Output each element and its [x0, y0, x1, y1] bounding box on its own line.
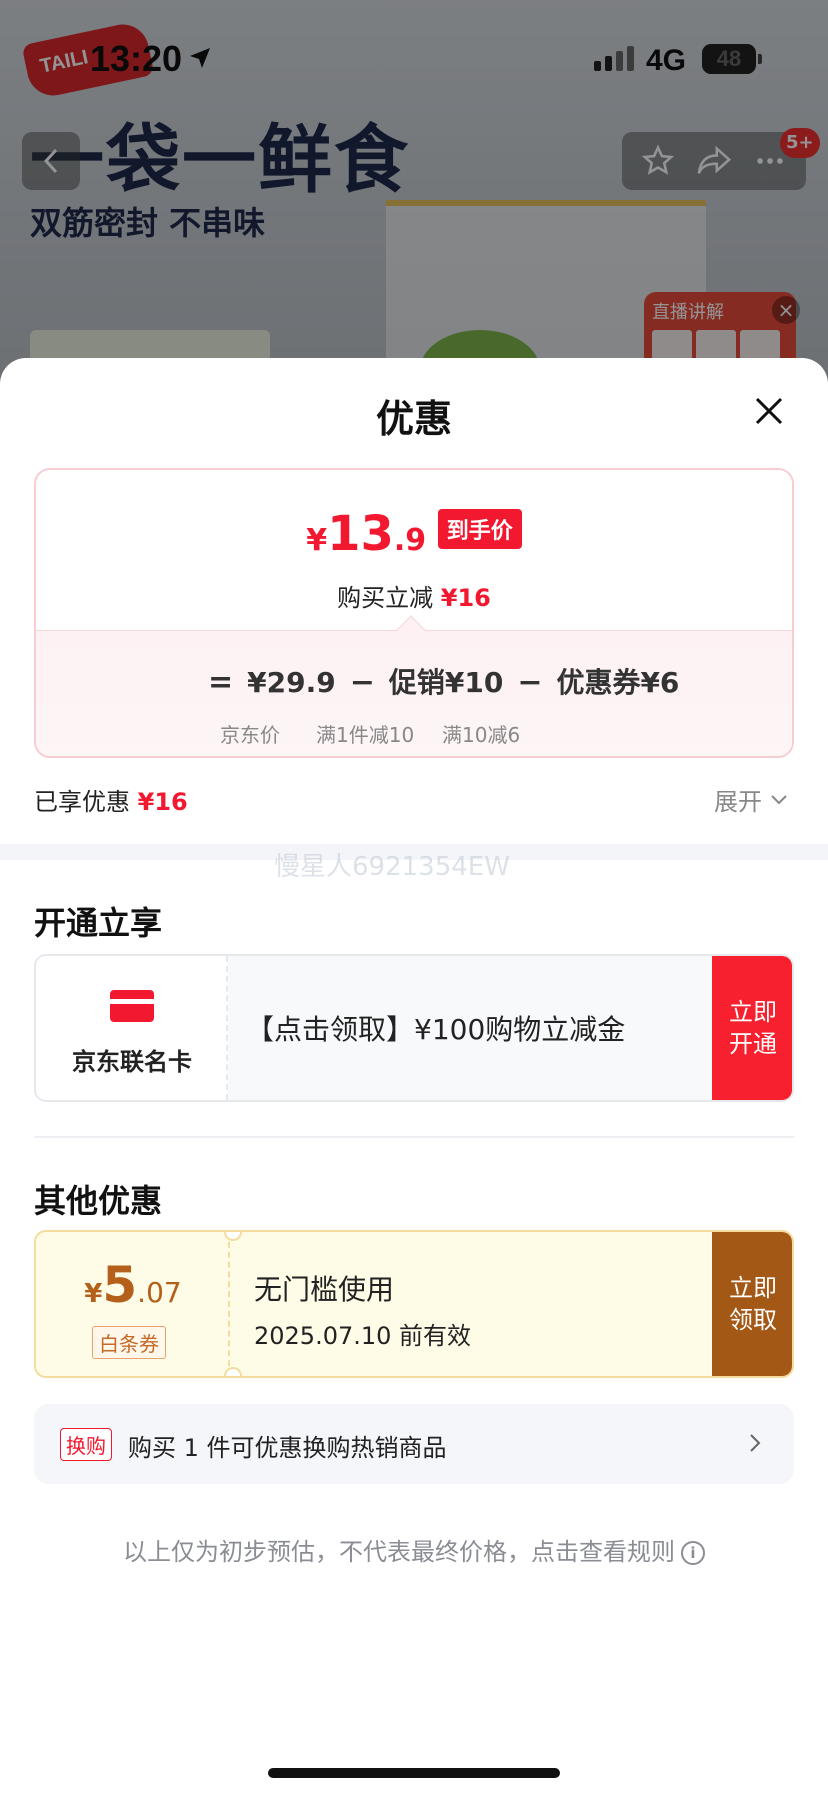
jd-price-label: 京东价 [220, 723, 280, 747]
claim-now-button[interactable]: 立即 领取 [712, 1232, 792, 1376]
home-indicator [268, 1768, 560, 1778]
price-summary-card: ¥13.9 到手价 购买立减 ¥16 = ¥29.9 − 促销¥10 − 优惠券… [34, 468, 794, 758]
promo-label: 满1件减10 [316, 723, 415, 747]
chevron-right-icon [750, 1434, 761, 1452]
card-offer-desc: 【点击领取】¥100购物立减金 [246, 1013, 626, 1046]
swap-purchase-row[interactable]: 换购 购买 1 件可优惠换购热销商品 [34, 1404, 794, 1484]
rule-note[interactable]: 以上仅为初步预估，不代表最终价格，点击查看规则 i [0, 1532, 828, 1567]
other-section-title: 其他优惠 [34, 1182, 163, 1220]
final-price-tag: 到手价 [437, 509, 522, 549]
swap-tag: 换购 [60, 1428, 112, 1461]
open-now-button[interactable]: 立即 开通 [712, 956, 792, 1100]
sheet-title: 优惠 [375, 397, 452, 441]
open-section-title: 开通立享 [34, 904, 163, 942]
instant-reduction: 购买立减 ¥16 [337, 584, 491, 612]
coupon-title: 无门槛使用 [254, 1273, 395, 1306]
coupon-amount: 优惠券¥6 [556, 666, 680, 699]
coupon-expiry: 2025.07.10 前有效 [254, 1322, 472, 1350]
info-icon[interactable]: i [681, 1541, 705, 1565]
co-brand-card-offer[interactable]: 京东联名卡 【点击领取】¥100购物立减金 立即 开通 [34, 954, 794, 1102]
card-name: 京东联名卡 [72, 1048, 192, 1076]
jd-price: ¥29.9 [247, 666, 336, 699]
product-page-background: TAILI 一袋一鲜食 双筋密封 不串味 13:20 4G 48 5+ 直播讲解… [0, 0, 828, 420]
close-icon[interactable] [752, 394, 786, 428]
expand-button[interactable]: 展开 [714, 782, 788, 817]
promo-amount: 促销¥10 [388, 666, 504, 699]
swap-text: 购买 1 件可优惠换购热销商品 [128, 1434, 447, 1462]
final-price: ¥13.9 到手价 [36, 506, 792, 562]
watermark: 慢星人6921354EW [274, 852, 510, 882]
enjoyed-discount: 已享优惠 ¥16 [34, 788, 188, 816]
chevron-down-icon [771, 794, 787, 804]
credit-card-icon [110, 990, 154, 1022]
coupon-label: 满10减6 [442, 723, 521, 747]
coupon-value: ¥5.07 [84, 1256, 182, 1314]
modal-overlay[interactable] [0, 0, 828, 420]
discount-sheet: 优惠 ¥13.9 到手价 购买立减 ¥16 = ¥29.9 − 促销¥10 − … [0, 358, 828, 1796]
price-formula: = ¥29.9 − 促销¥10 − 优惠券¥6 [208, 661, 679, 701]
divider [34, 1136, 794, 1138]
coupon-notch [224, 1367, 242, 1376]
coupon-type-tag: 白条券 [92, 1326, 166, 1359]
price-breakdown: = ¥29.9 − 促销¥10 − 优惠券¥6 京东价 满1件减10 满10减6 [36, 630, 792, 756]
baitiao-coupon[interactable]: ¥5.07 白条券 无门槛使用 2025.07.10 前有效 立即 领取 [34, 1230, 794, 1378]
